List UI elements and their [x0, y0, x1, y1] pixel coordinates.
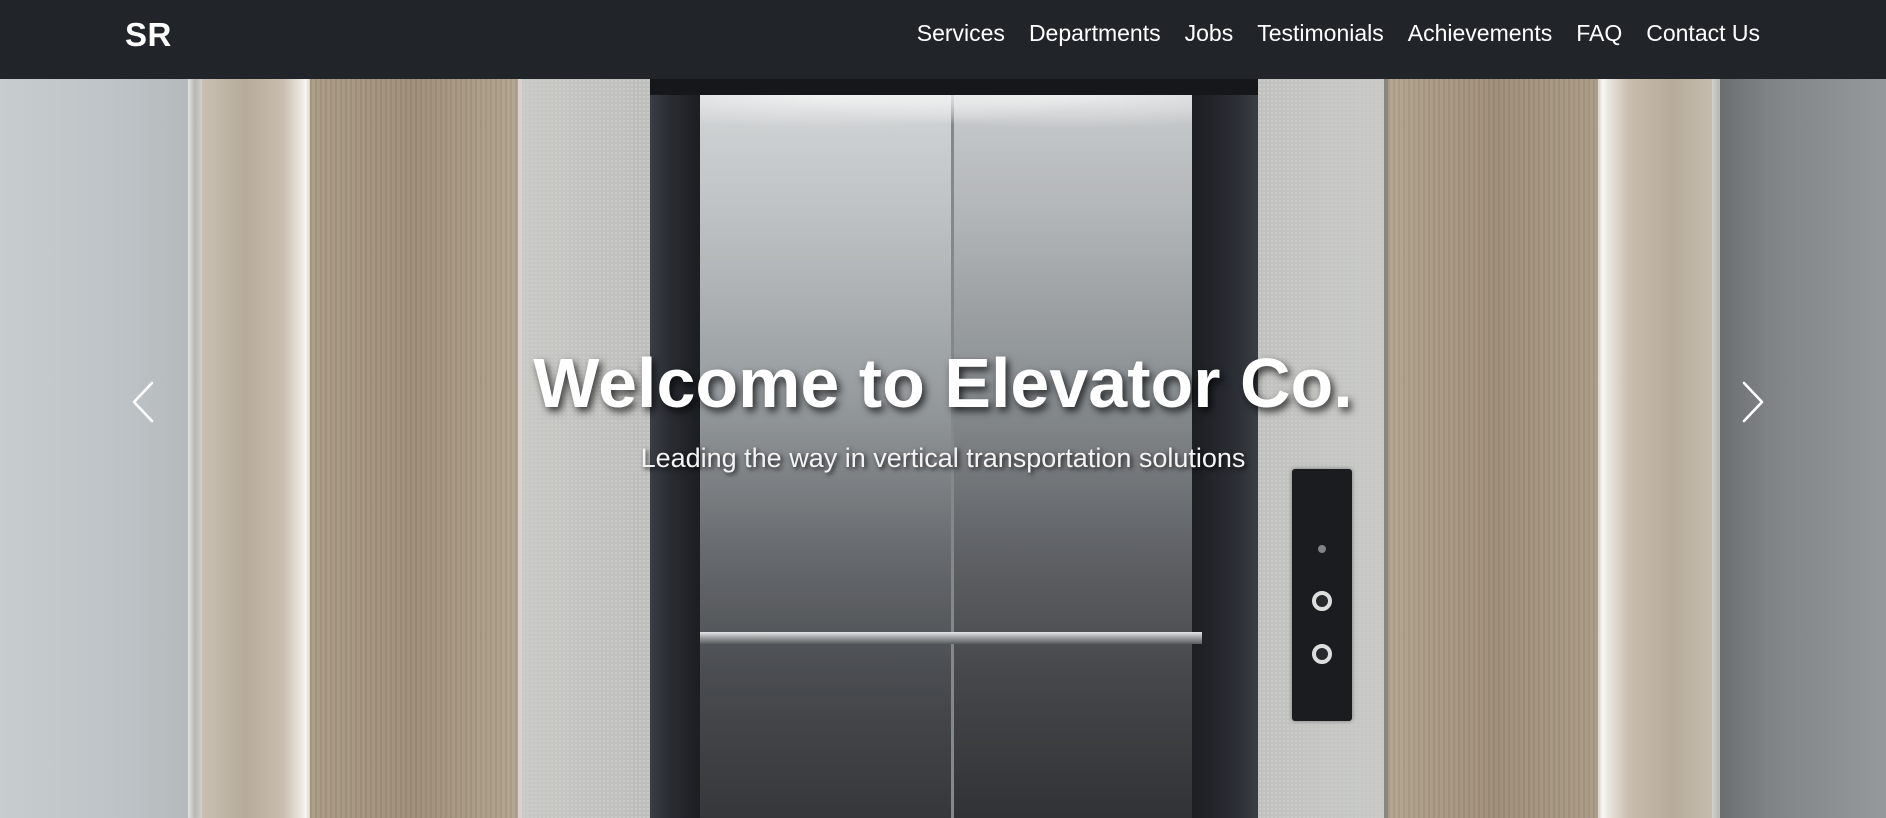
hero-subtitle: Leading the way in vertical transportati…	[640, 443, 1246, 473]
brand-logo[interactable]: SR	[125, 16, 172, 54]
chevron-left-icon	[132, 381, 154, 423]
nav-link-achievements[interactable]: Achievements	[1396, 20, 1564, 47]
hero-title: Welcome to Elevator Co.	[533, 344, 1353, 422]
nav-link-jobs[interactable]: Jobs	[1173, 20, 1246, 47]
hero-caption: Welcome to Elevator Co. Leading the way …	[0, 341, 1886, 476]
carousel-prev-button[interactable]	[123, 379, 163, 425]
nav-link-testimonials[interactable]: Testimonials	[1245, 20, 1396, 47]
hero-carousel: Welcome to Elevator Co. Leading the way …	[0, 79, 1886, 818]
chevron-right-icon	[1742, 381, 1764, 423]
carousel-next-button[interactable]	[1733, 379, 1773, 425]
nav-links: Services Departments Jobs Testimonials A…	[905, 0, 1760, 66]
navbar: SR Services Departments Jobs Testimonial…	[0, 0, 1886, 79]
nav-link-services[interactable]: Services	[905, 20, 1017, 47]
nav-link-contact-us[interactable]: Contact Us	[1634, 20, 1760, 47]
nav-link-departments[interactable]: Departments	[1017, 20, 1173, 47]
nav-link-faq[interactable]: FAQ	[1564, 20, 1634, 47]
